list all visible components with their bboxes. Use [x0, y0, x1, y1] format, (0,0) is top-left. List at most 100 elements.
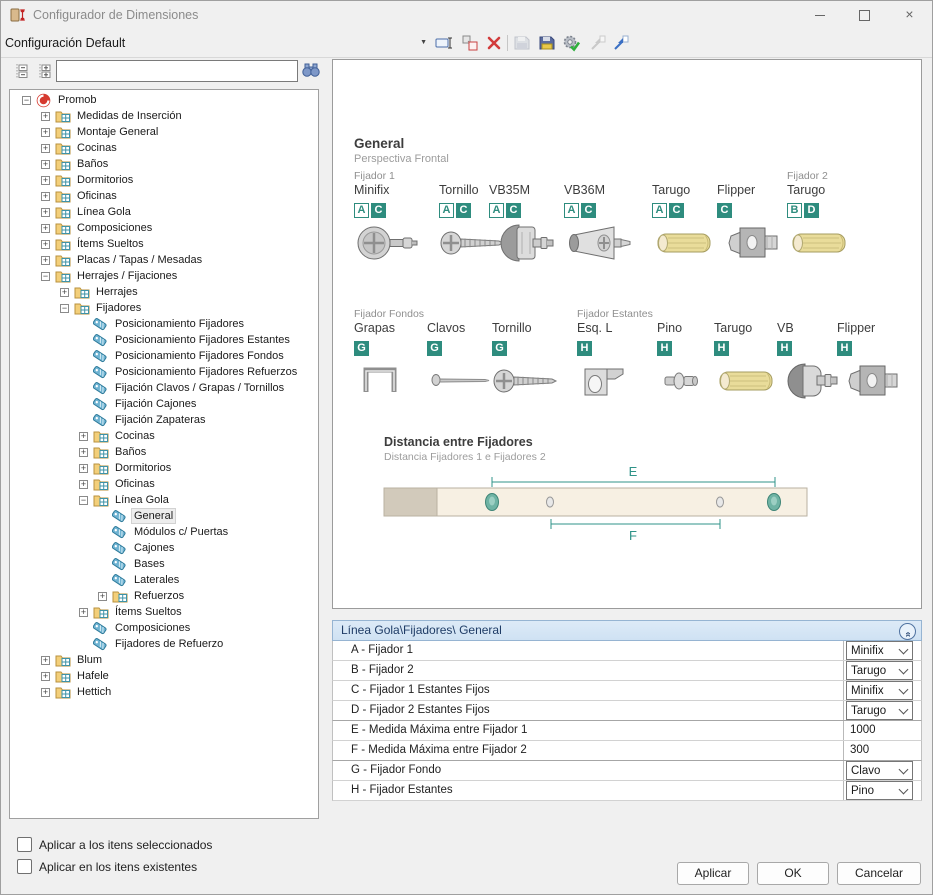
tree-item-línea-gola[interactable]: −Línea Gola	[10, 492, 318, 508]
expand-icon[interactable]: +	[41, 672, 50, 681]
save-as-config-icon[interactable]	[538, 34, 558, 52]
collapse-icon[interactable]: −	[22, 96, 31, 105]
collapse-all-icon[interactable]	[13, 63, 29, 79]
tree-item-herrajes[interactable]: +Herrajes	[10, 284, 318, 300]
expand-icon[interactable]: +	[79, 464, 88, 473]
export-config-icon[interactable]	[612, 34, 632, 52]
apply-config-icon[interactable]	[562, 34, 582, 52]
expand-icon[interactable]: +	[79, 480, 88, 489]
dimension-label-e: E	[629, 464, 638, 479]
tree-item-fijación-zapateras[interactable]: Fijación Zapateras	[10, 412, 318, 428]
tree-item-fijación-clavos-grapas-tornillos[interactable]: Fijación Clavos / Grapas / Tornillos	[10, 380, 318, 396]
expand-icon[interactable]: +	[60, 288, 69, 297]
checkbox-box[interactable]	[17, 837, 32, 852]
collapse-icon[interactable]: −	[79, 496, 88, 505]
expand-icon[interactable]: +	[41, 160, 50, 169]
tree-item-ítems-sueltos[interactable]: +Ítems Sueltos	[10, 604, 318, 620]
tree-item-medidas-de-inserción[interactable]: +Medidas de Inserción	[10, 108, 318, 124]
tree-item-cocinas[interactable]: +Cocinas	[10, 140, 318, 156]
expand-icon[interactable]: +	[41, 688, 50, 697]
expand-icon[interactable]: +	[41, 144, 50, 153]
config-selector-value: Configuración Default	[5, 36, 125, 50]
delete-config-icon[interactable]	[485, 34, 505, 52]
minimize-button[interactable]	[797, 1, 842, 30]
tree-item-oficinas[interactable]: +Oficinas	[10, 476, 318, 492]
tree-item-posicionamiento-fijadores[interactable]: Posicionamiento Fijadores	[10, 316, 318, 332]
config-selector[interactable]: Configuración Default ▼	[5, 32, 431, 54]
tree-item-cocinas[interactable]: +Cocinas	[10, 428, 318, 444]
tree-item-baños[interactable]: +Baños	[10, 156, 318, 172]
expand-icon[interactable]: +	[41, 224, 50, 233]
property-dropdown[interactable]: Pino	[846, 781, 913, 800]
tree-item-montaje-general[interactable]: +Montaje General	[10, 124, 318, 140]
cancelar-button[interactable]: Cancelar	[837, 862, 921, 885]
collapse-icon[interactable]: −	[60, 304, 69, 313]
import-config-icon[interactable]	[589, 34, 609, 52]
apply-existing-checkbox[interactable]: Aplicar en los itens existentes	[17, 859, 197, 874]
rename-config-icon[interactable]	[435, 34, 455, 52]
tree-item-dormitorios[interactable]: + Dormitorios	[10, 460, 318, 476]
tree-item-posicionamiento-fijadores-refuerzos[interactable]: Posicionamiento Fijadores Refuerzos	[10, 364, 318, 380]
apply-selected-checkbox[interactable]: Aplicar a los itens seleccionados	[17, 837, 212, 852]
expand-icon[interactable]: +	[41, 208, 50, 217]
tree-item-oficinas[interactable]: +Oficinas	[10, 188, 318, 204]
expand-all-icon[interactable]	[36, 63, 52, 79]
property-dropdown[interactable]: Minifix	[846, 681, 913, 700]
property-dropdown[interactable]: Tarugo	[846, 701, 913, 720]
tree-item-hafele[interactable]: +Hafele	[10, 668, 318, 684]
expand-icon[interactable]: +	[41, 176, 50, 185]
ok-button[interactable]: OK	[757, 862, 829, 885]
tree-item-placas-tapas-mesadas[interactable]: +Placas / Tapas / Mesadas	[10, 252, 318, 268]
tree-item-label: Dormitorios	[113, 461, 173, 475]
tree-item-posicionamiento-fijadores-estantes[interactable]: Posicionamiento Fijadores Estantes	[10, 332, 318, 348]
tree-item-blum[interactable]: +Blum	[10, 652, 318, 668]
tree-item-línea-gola[interactable]: +Línea Gola	[10, 204, 318, 220]
tree-item-módulos-c-puertas[interactable]: Módulos c/ Puertas	[10, 524, 318, 540]
property-dropdown[interactable]: Tarugo	[846, 661, 913, 680]
tree-item-herrajes-fijaciones[interactable]: −Herrajes / Fijaciones	[10, 268, 318, 284]
expand-icon[interactable]: +	[41, 192, 50, 201]
checkbox-box[interactable]	[17, 859, 32, 874]
search-binoculars-icon[interactable]	[301, 62, 321, 78]
dropdown-value: Tarugo	[851, 705, 886, 717]
maximize-button[interactable]	[842, 1, 887, 30]
tree-item-posicionamiento-fijadores-fondos[interactable]: Posicionamiento Fijadores Fondos	[10, 348, 318, 364]
expand-icon[interactable]: +	[41, 128, 50, 137]
expand-icon[interactable]: +	[79, 448, 88, 457]
expand-icon[interactable]: +	[41, 256, 50, 265]
tree-item-cajones[interactable]: Cajones	[10, 540, 318, 556]
tree-item-composiciones[interactable]: +Composiciones	[10, 220, 318, 236]
search-input[interactable]	[56, 60, 298, 82]
tree-item-dormitorios[interactable]: +Dormitorios	[10, 172, 318, 188]
tree-item-ítems-sueltos[interactable]: +Ítems Sueltos	[10, 236, 318, 252]
expand-icon[interactable]: +	[41, 112, 50, 121]
tree-item-baños[interactable]: +Baños	[10, 444, 318, 460]
expand-icon[interactable]: +	[41, 656, 50, 665]
expand-icon[interactable]: +	[79, 432, 88, 441]
duplicate-config-icon[interactable]	[461, 34, 481, 52]
aplicar-button[interactable]: Aplicar	[677, 862, 749, 885]
property-text-value[interactable]: 300	[844, 741, 869, 760]
tree-item-composiciones[interactable]: Composiciones	[10, 620, 318, 636]
close-button[interactable]: ×	[887, 1, 932, 30]
tree-item-fijadores-de-refuerzo[interactable]: Fijadores de Refuerzo	[10, 636, 318, 652]
tree-item-promob[interactable]: −Promob	[10, 92, 318, 108]
tree-item-fijadores[interactable]: −Fijadores	[10, 300, 318, 316]
tree-item-hettich[interactable]: +Hettich	[10, 684, 318, 700]
tree-item-fijación-cajones[interactable]: Fijación Cajones	[10, 396, 318, 412]
tree-item-bases[interactable]: Bases	[10, 556, 318, 572]
property-label: G - Fijador Fondo	[333, 761, 843, 780]
property-text-value[interactable]: 1000	[844, 721, 876, 740]
folder-icon	[55, 685, 71, 699]
tree-item-general[interactable]: General	[10, 508, 318, 524]
tree-item-laterales[interactable]: Laterales	[10, 572, 318, 588]
collapse-icon[interactable]: −	[41, 272, 50, 281]
collapse-panel-button[interactable]: »	[899, 623, 916, 640]
property-dropdown[interactable]: Minifix	[846, 641, 913, 660]
property-dropdown[interactable]: Clavo	[846, 761, 913, 780]
tree-item-refuerzos[interactable]: +Refuerzos	[10, 588, 318, 604]
save-config-icon[interactable]	[513, 34, 533, 52]
expand-icon[interactable]: +	[79, 608, 88, 617]
expand-icon[interactable]: +	[41, 240, 50, 249]
expand-icon[interactable]: +	[98, 592, 107, 601]
